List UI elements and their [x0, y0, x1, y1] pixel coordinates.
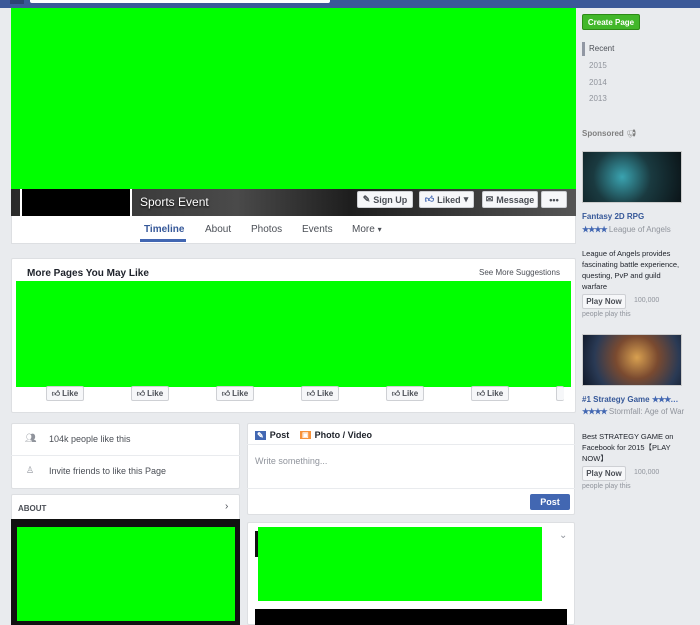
- suggestions-title: More Pages You May Like: [27, 268, 149, 279]
- page-tabs-bar: [11, 216, 576, 244]
- divider: [11, 455, 240, 456]
- tab-photos[interactable]: Photos: [251, 224, 282, 235]
- play-now-button[interactable]: Play Now: [582, 294, 626, 309]
- caret-down-icon: ▾: [463, 194, 469, 204]
- pencil-icon: ✎: [362, 194, 371, 204]
- suggestion-like-button[interactable]: 👍︎ Like: [471, 386, 509, 401]
- rating-stars-icon: ★★★…: [651, 395, 678, 404]
- divider: [247, 444, 575, 445]
- tab-about[interactable]: About: [205, 224, 231, 235]
- people-icon: 👥︎: [25, 433, 37, 443]
- thumbs-up-icon: 👍︎: [424, 194, 435, 204]
- ad-title[interactable]: Fantasy 2D RPG: [582, 212, 692, 221]
- redacted-region-suggestions: [16, 281, 571, 387]
- thumbs-up-icon: 👍︎: [476, 388, 486, 398]
- liked-button[interactable]: 👍︎ Liked ▾: [419, 191, 474, 208]
- chevron-down-icon[interactable]: ⌄: [559, 530, 567, 541]
- ad-player-count: 100,000: [634, 469, 660, 476]
- post-button[interactable]: Post: [530, 494, 570, 510]
- facebook-logo-icon[interactable]: [10, 0, 24, 4]
- sign-up-button[interactable]: ✎ Sign Up: [357, 191, 413, 208]
- page-info-card: [11, 423, 240, 489]
- composer-tab-photo[interactable]: ▣ Photo / Video: [300, 430, 372, 440]
- message-button[interactable]: ✉ Message: [482, 191, 538, 208]
- year-link-2013[interactable]: 2013: [589, 94, 607, 103]
- thumbs-up-icon: 👍︎: [306, 388, 316, 398]
- thumbs-up-icon: 👍︎: [221, 388, 231, 398]
- ad-social-context: people play this: [582, 311, 631, 318]
- suggestion-like-button-partial[interactable]: [556, 386, 564, 401]
- ad-rating: ★★★★ League of Angels: [582, 225, 671, 234]
- suggestion-like-button[interactable]: 👍︎ Like: [131, 386, 169, 401]
- about-title: ABOUT: [18, 504, 47, 513]
- pencil-icon: ✎: [255, 430, 266, 440]
- page-category: Sports Event: [140, 195, 209, 209]
- year-link-recent[interactable]: Recent: [589, 44, 614, 53]
- tab-events[interactable]: Events: [302, 224, 333, 235]
- sponsored-label: Sponsored 📢︎: [582, 129, 637, 138]
- redacted-region-cover: [11, 8, 576, 189]
- top-nav-bar: [0, 0, 700, 8]
- composer-input[interactable]: Write something...: [255, 456, 327, 466]
- ad-title[interactable]: #1 Strategy Game ★★★…: [582, 395, 692, 404]
- thumbs-up-icon: 👍︎: [51, 388, 61, 398]
- see-more-suggestions-link[interactable]: See More Suggestions: [479, 268, 560, 277]
- post-media: [255, 609, 567, 625]
- thumbs-up-icon: 👍︎: [136, 388, 146, 398]
- photo-icon: ▣: [300, 431, 311, 439]
- megaphone-icon: 📢︎: [626, 129, 637, 138]
- suggestion-like-button[interactable]: 👍︎ Like: [386, 386, 424, 401]
- invite-icon: ♙: [26, 465, 35, 475]
- message-icon: ✉: [485, 194, 494, 204]
- composer-tab-post[interactable]: ✎ Post: [255, 430, 289, 440]
- tab-timeline[interactable]: Timeline: [144, 224, 184, 235]
- caret-down-icon: ▾: [377, 225, 382, 234]
- more-options-button[interactable]: •••: [541, 191, 567, 208]
- suggestion-like-button[interactable]: 👍︎ Like: [301, 386, 339, 401]
- ad-player-count: 100,000: [634, 297, 660, 304]
- active-year-indicator: [582, 42, 585, 56]
- ad-rating: ★★★★ Stormfall: Age of War: [582, 407, 685, 416]
- play-now-button[interactable]: Play Now: [582, 466, 626, 481]
- invite-friends-link[interactable]: Invite friends to like this Page: [49, 466, 166, 476]
- composer-card: [247, 423, 575, 515]
- ad-social-context: people play this: [582, 483, 631, 490]
- ad-image-strategy[interactable]: [582, 334, 682, 386]
- divider: [247, 488, 575, 489]
- suggestion-like-button[interactable]: 👍︎ Like: [46, 386, 84, 401]
- likes-count: 104k people like this: [49, 434, 131, 444]
- rating-stars-icon: ★★★★: [582, 407, 608, 416]
- suggestion-like-button[interactable]: 👍︎ Like: [216, 386, 254, 401]
- redacted-region-post: [258, 527, 542, 601]
- year-link-2014[interactable]: 2014: [589, 78, 607, 87]
- redacted-region-about: [17, 527, 235, 621]
- rating-stars-icon: ★★★★: [582, 225, 608, 234]
- active-tab-indicator: [140, 239, 186, 242]
- thumbs-up-icon: 👍︎: [391, 388, 401, 398]
- create-page-button[interactable]: Create Page: [582, 14, 640, 30]
- ad-image-fantasy[interactable]: [582, 151, 682, 203]
- search-input[interactable]: [30, 0, 330, 3]
- ad-description: League of Angels provides fascinating ba…: [582, 249, 680, 291]
- tab-more[interactable]: More ▾: [352, 224, 382, 235]
- chevron-right-icon[interactable]: ›: [225, 501, 228, 512]
- year-link-2015[interactable]: 2015: [589, 61, 607, 70]
- ad-description: Best STRATEGY GAME on Facebook for 2015【…: [582, 432, 674, 463]
